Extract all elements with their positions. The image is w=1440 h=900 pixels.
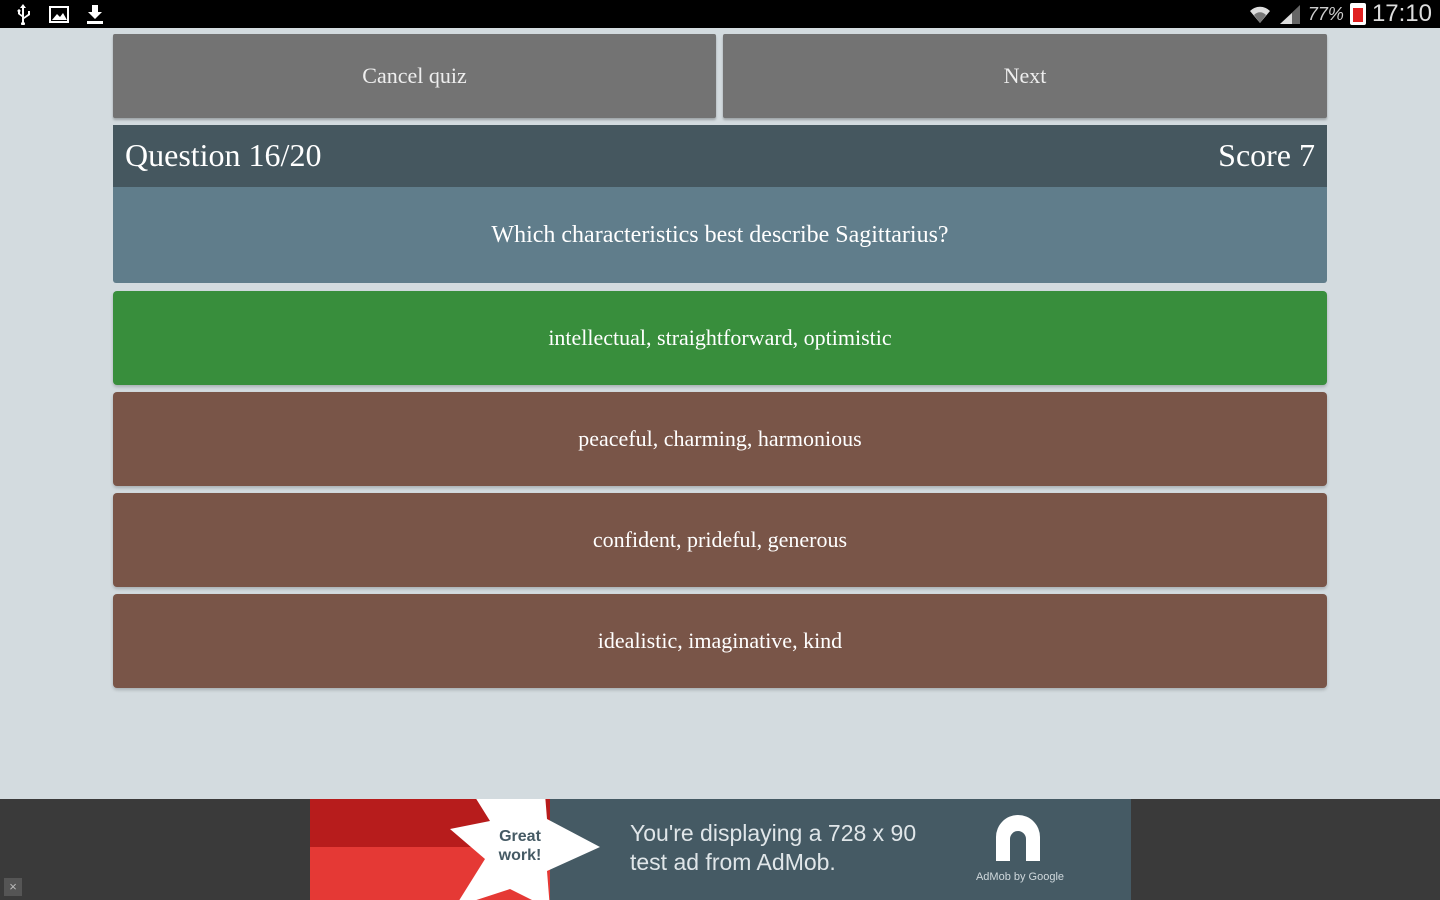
question-text: Which characteristics best describe Sagi…: [113, 187, 1327, 283]
clock: 17:10: [1371, 0, 1432, 27]
question-header: Question 16/20 Score 7: [113, 125, 1327, 187]
answer-option-2[interactable]: peaceful, charming, harmonious: [113, 392, 1327, 486]
question-counter: Question 16/20: [125, 137, 322, 173]
score-label: Score 7: [1218, 137, 1315, 173]
ad-close-button[interactable]: ×: [4, 878, 22, 896]
next-button[interactable]: Next: [723, 34, 1327, 118]
status-left-icons: [12, 3, 106, 25]
signal-icon: [1278, 3, 1302, 25]
status-right-icons: 77% 17:10: [1248, 0, 1432, 28]
ad-badge-text: Great work!: [498, 828, 542, 864]
admob-logo-icon: [996, 815, 1040, 861]
usb-icon: [12, 3, 34, 25]
answer-option-1[interactable]: intellectual, straightforward, optimisti…: [113, 291, 1327, 385]
cancel-quiz-button[interactable]: Cancel quiz: [113, 34, 716, 118]
ad-logo-caption: AdMob by Google: [975, 871, 1065, 883]
wifi-icon: [1248, 3, 1272, 25]
ad-bar: Great work! You're displaying a 728 x 90…: [0, 799, 1440, 900]
image-icon: [48, 3, 70, 25]
ad-message: You're displaying a 728 x 90 test ad fro…: [630, 820, 917, 875]
status-bar: 77% 17:10: [0, 0, 1440, 28]
answer-option-3[interactable]: confident, prideful, generous: [113, 493, 1327, 587]
answer-option-4[interactable]: idealistic, imaginative, kind: [113, 594, 1327, 688]
battery-icon: [1349, 3, 1366, 25]
download-icon: [84, 3, 106, 25]
ad-banner[interactable]: Great work! You're displaying a 728 x 90…: [310, 799, 1131, 900]
battery-percent: 77%: [1307, 3, 1344, 24]
